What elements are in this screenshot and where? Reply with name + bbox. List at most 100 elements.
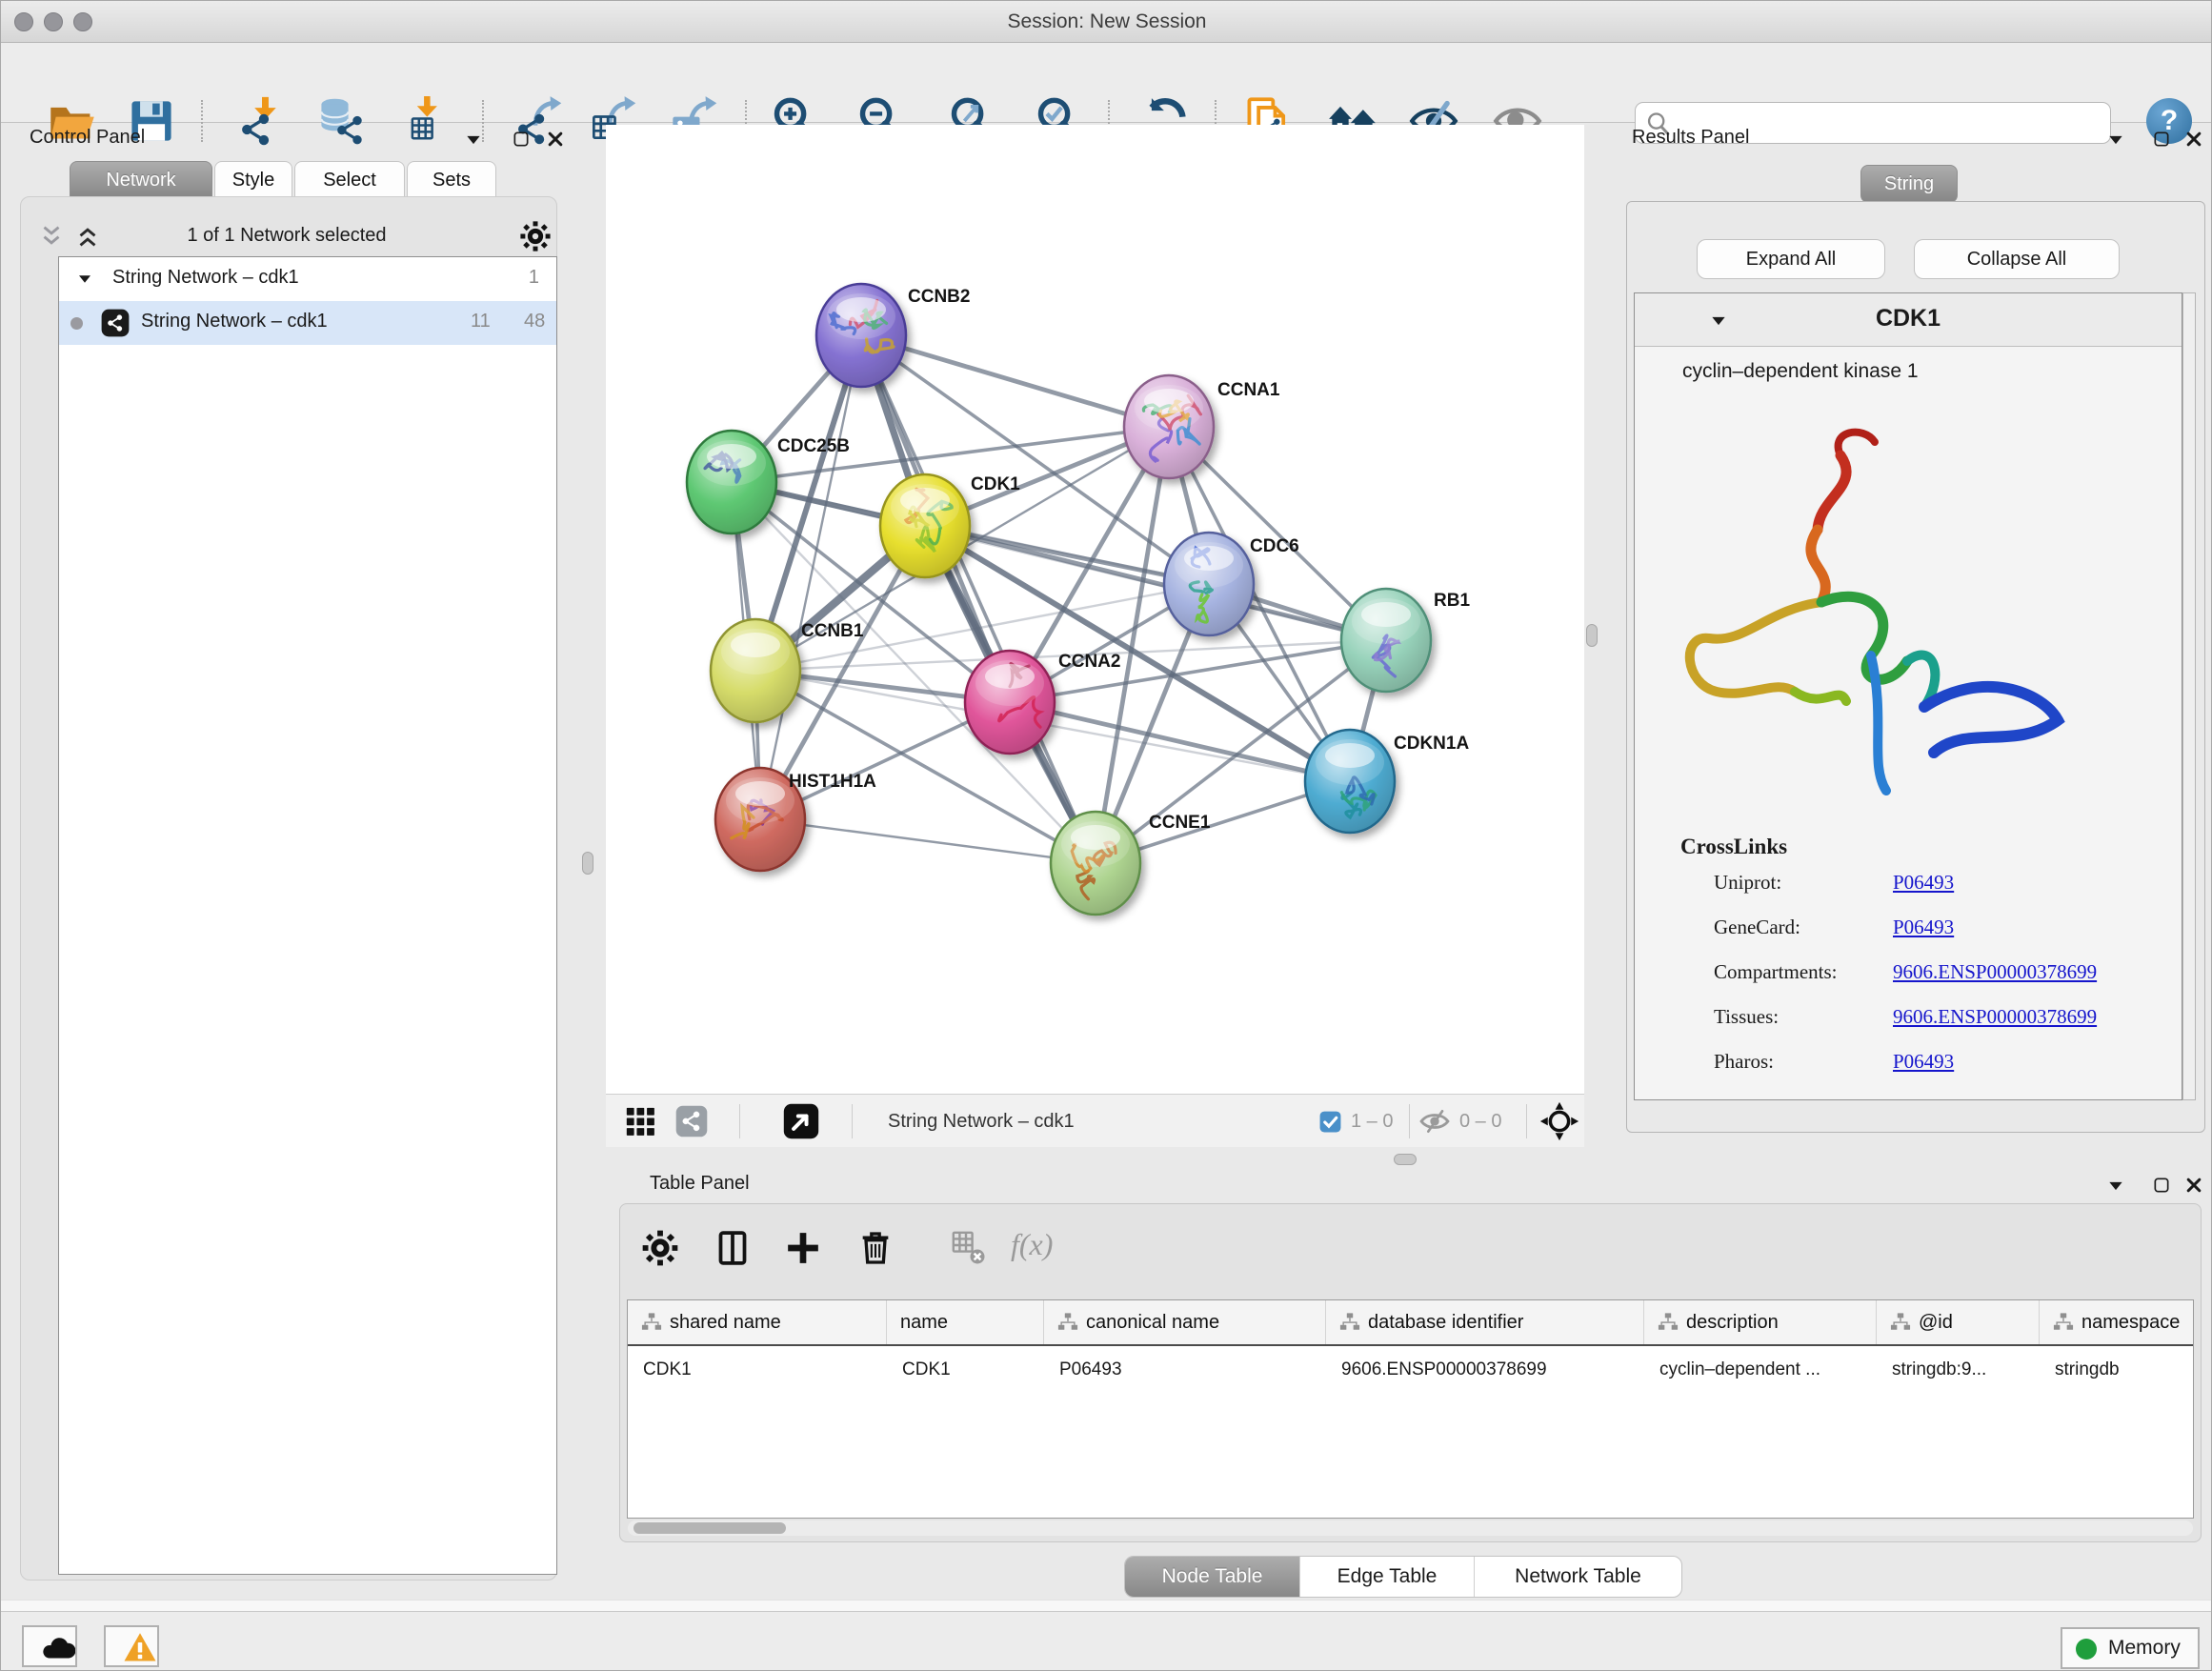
network-node-CDKN1A[interactable] [1305,730,1395,833]
network-tree-root-row[interactable]: String Network – cdk1 1 [59,257,556,301]
selected-checkbox-icon[interactable] [1318,1110,1342,1134]
expand-all-networks-icon[interactable] [37,222,66,251]
network-edge[interactable] [760,819,1096,863]
column-header-shared-name[interactable]: shared name [628,1300,887,1344]
collapse-all-networks-icon[interactable] [73,222,102,251]
sort-icon [2053,1312,2074,1333]
table-hscrollbar-thumb[interactable] [633,1522,786,1534]
network-node-CDK1[interactable] [880,474,970,577]
crosslink-row: Uniprot: P06493 [1635,871,2182,916]
vertical-splitter-handle[interactable] [582,852,593,875]
collapse-all-button[interactable]: Collapse All [1914,239,2120,279]
table-cell[interactable]: cyclin–dependent ... [1644,1346,1877,1394]
table-cell[interactable]: stringdb:9... [1877,1346,2040,1394]
horizontal-splitter-handle[interactable] [1394,1154,1417,1165]
network-graph[interactable]: CCNB2CCNA1CDC25BCDK1CDC6RB1CCNB1CCNA2CDK… [606,125,1584,1094]
network-node-CDC25B[interactable] [687,431,776,534]
tab-style[interactable]: Style [214,161,292,199]
crosslink-link[interactable]: 9606.ENSP00000378699 [1893,1005,2097,1029]
network-node-CCNA2[interactable] [965,651,1055,754]
crosslink-link[interactable]: 9606.ENSP00000378699 [1893,960,2097,984]
show-columns-icon[interactable] [714,1229,752,1267]
tab-edge-table[interactable]: Edge Table [1300,1557,1475,1598]
memory-button[interactable]: Memory [2061,1627,2200,1669]
results-panel-close-icon[interactable] [2184,130,2203,149]
tab-sets[interactable]: Sets [407,161,496,199]
results-panel-menu-icon[interactable] [2106,131,2125,150]
table-row[interactable]: CDK1CDK1P064939606.ENSP00000378699cyclin… [628,1346,2193,1394]
network-edge[interactable] [861,335,1169,427]
table-panel-close-icon[interactable] [2184,1176,2203,1195]
column-header-name[interactable]: name [887,1300,1044,1344]
crosslink-link[interactable]: P06493 [1893,916,1954,939]
vertical-splitter-handle[interactable] [1586,624,1598,647]
import-database-icon[interactable] [316,96,366,146]
collection-count: 1 [529,267,539,289]
table-panel-menu-icon[interactable] [2106,1177,2125,1196]
delete-column-icon[interactable] [856,1229,895,1267]
tab-network-table[interactable]: Network Table [1475,1557,1681,1598]
crosslinks-heading: CrossLinks [1680,835,1787,859]
column-header-canonical-name[interactable]: canonical name [1044,1300,1326,1344]
table-options-gear-icon[interactable] [641,1229,679,1267]
control-panel-menu-icon[interactable] [464,131,483,150]
table-cell[interactable]: P06493 [1044,1346,1326,1394]
network-edge[interactable] [760,335,861,819]
add-column-icon[interactable] [784,1229,822,1267]
protein-section-header[interactable]: CDK1 [1635,293,2182,347]
network-node-CCNE1[interactable] [1051,812,1140,915]
main-toolbar: ? [1,43,2212,123]
network-share-icon[interactable] [675,1105,708,1137]
column-header--id[interactable]: @id [1877,1300,2040,1344]
network-node-CCNA1[interactable] [1124,375,1214,478]
control-panel-float-icon[interactable] [512,130,531,149]
node-label: CDKN1A [1394,734,1469,754]
tab-string[interactable]: String [1860,165,1958,203]
network-node-RB1[interactable] [1341,589,1431,692]
crosslink-link[interactable]: P06493 [1893,871,1954,895]
crosslink-link[interactable]: P06493 [1893,1050,1954,1074]
column-header-database-identifier[interactable]: database identifier [1326,1300,1644,1344]
network-collection-label: String Network – cdk1 [112,267,299,289]
expand-all-button[interactable]: Expand All [1697,239,1885,279]
cloud-button[interactable] [22,1625,77,1667]
network-list-options-gear-icon[interactable] [519,220,552,252]
warning-button[interactable] [104,1625,159,1667]
results-panel-float-icon[interactable] [2152,130,2171,149]
delete-table-icon [952,1231,986,1265]
table-cell[interactable]: CDK1 [628,1346,887,1394]
table-cell[interactable]: CDK1 [887,1346,1044,1394]
column-header-namespace[interactable]: namespace [2040,1300,2194,1344]
import-table-icon[interactable] [398,96,448,146]
birds-eye-view-icon[interactable] [783,1103,819,1139]
table-panel-float-icon[interactable] [2152,1176,2171,1195]
network-tree-child-row[interactable]: String Network – cdk1 11 48 [59,301,556,345]
network-edge[interactable] [861,335,1096,863]
tab-network[interactable]: Network [70,161,212,199]
import-network-icon[interactable] [237,96,287,146]
tab-select[interactable]: Select [294,161,405,199]
function-builder-button: f(x) [1011,1227,1053,1262]
results-scrollbar-track[interactable] [2182,292,2196,1100]
cloud-icon [32,1629,67,1663]
table-hscrollbar-track[interactable] [628,1520,2193,1536]
network-edge[interactable] [1010,702,1350,781]
tab-node-table[interactable]: Node Table [1125,1557,1300,1598]
hidden-eye-slash-icon [1419,1106,1450,1137]
tree-expand-icon[interactable] [76,271,93,288]
node-count: 11 [471,311,491,332]
network-node-CDC6[interactable] [1164,533,1254,635]
crosshair-icon[interactable] [1539,1101,1579,1141]
network-canvas[interactable]: CCNB2CCNA1CDC25BCDK1CDC6RB1CCNB1CCNA2CDK… [606,125,1584,1094]
footer-separator [852,1104,853,1138]
network-label: String Network – cdk1 [141,311,328,332]
column-header-description[interactable]: description [1644,1300,1877,1344]
control-panel-close-icon[interactable] [546,130,565,149]
node-label: CCNA1 [1217,380,1280,400]
crosslink-row: Pharos: P06493 [1635,1050,2182,1095]
network-node-CCNB2[interactable] [816,284,906,387]
network-node-CCNB1[interactable] [711,619,800,722]
table-cell[interactable]: stringdb [2040,1346,2194,1394]
grid-view-icon[interactable] [624,1105,656,1137]
table-cell[interactable]: 9606.ENSP00000378699 [1326,1346,1644,1394]
